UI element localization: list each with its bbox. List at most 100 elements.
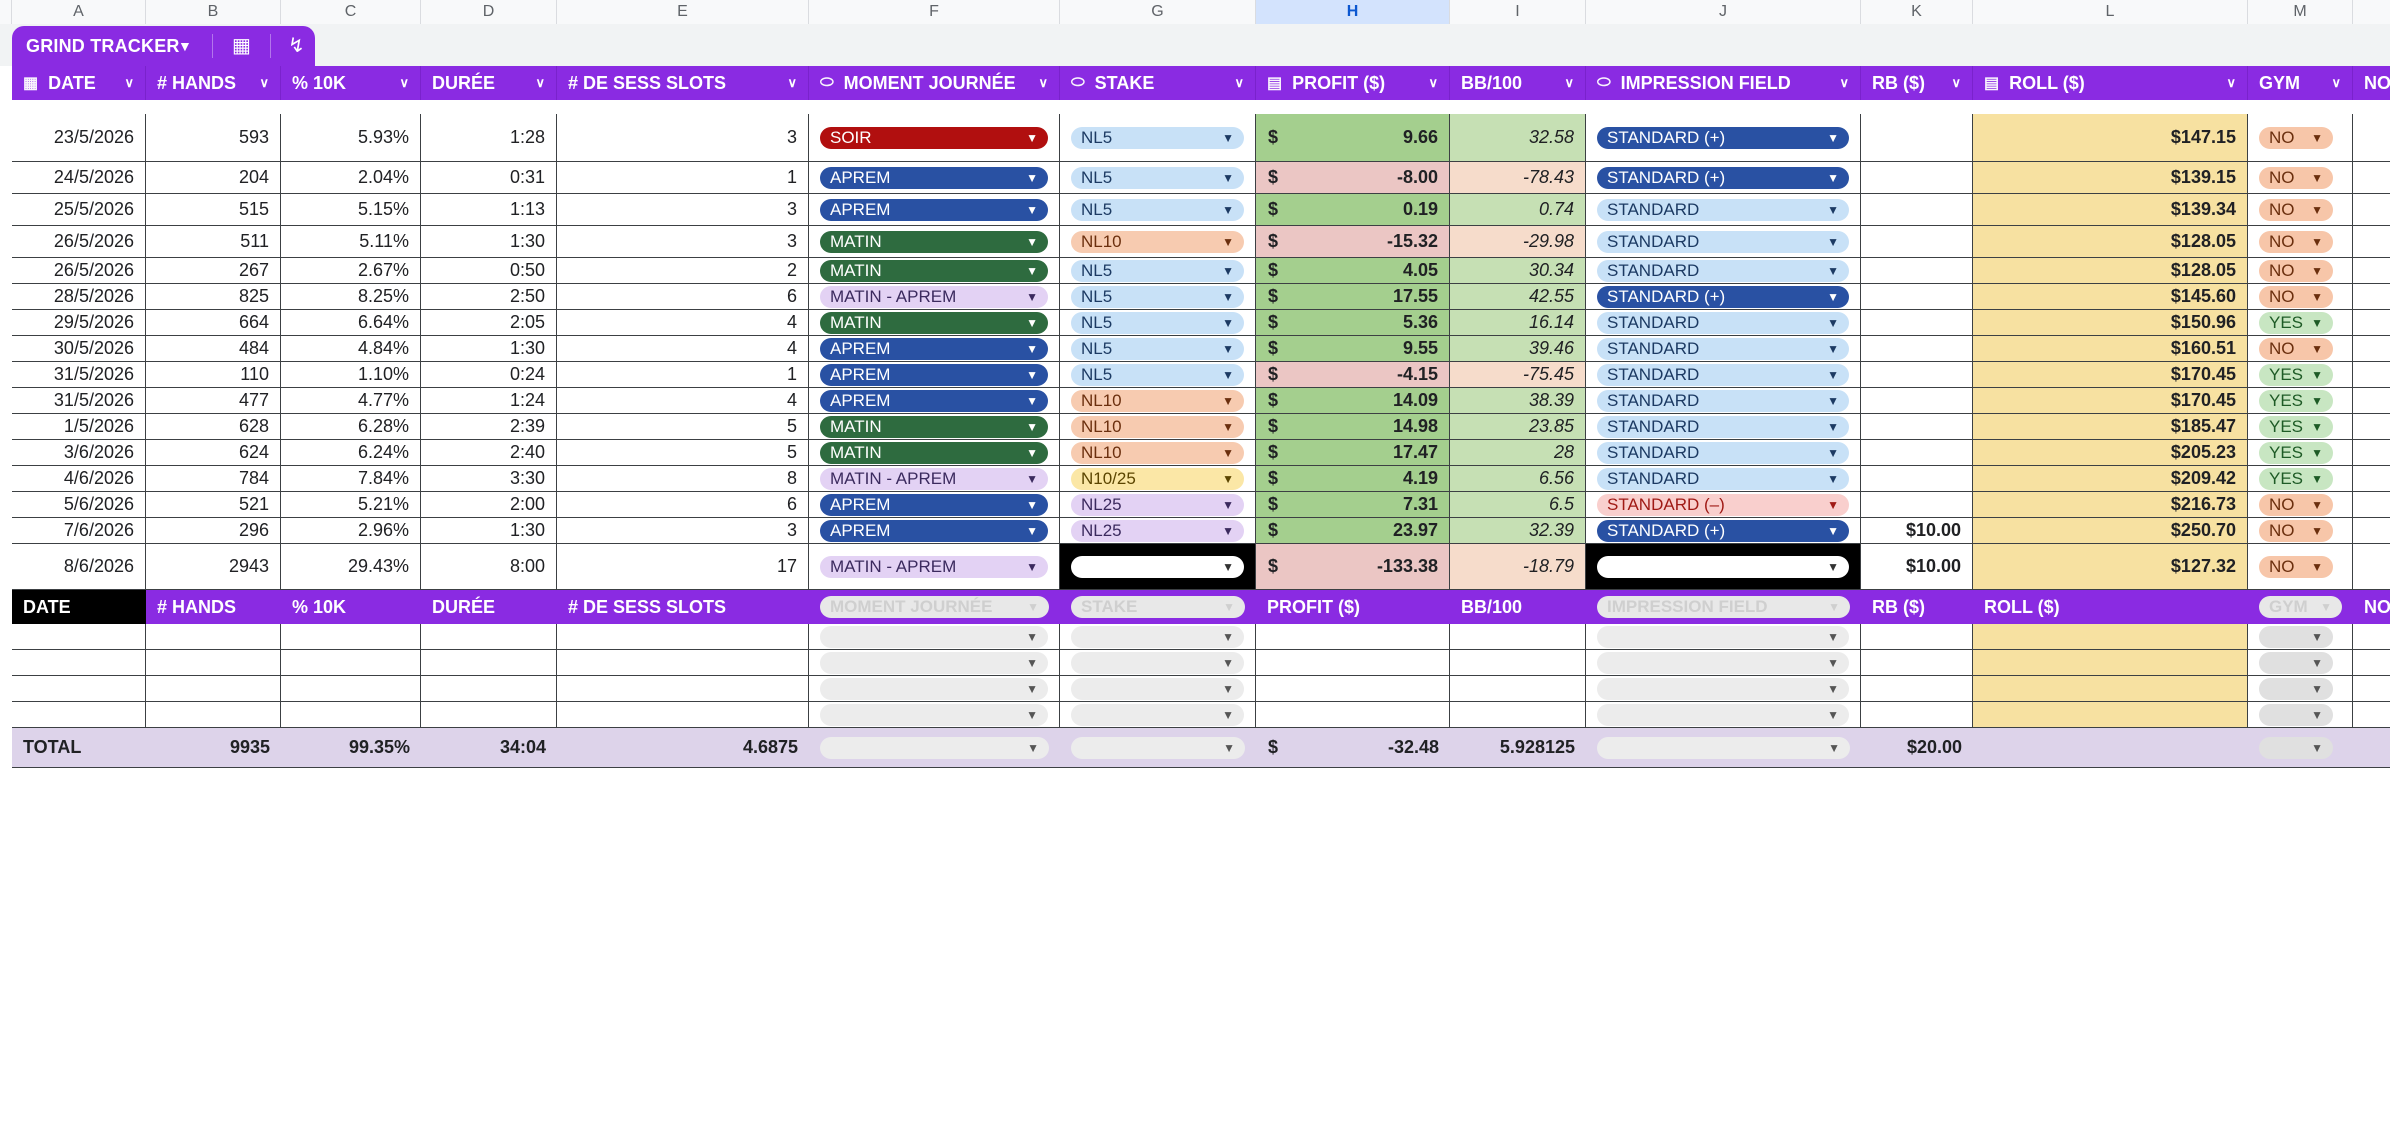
gym-dropdown[interactable]: YES ▼ xyxy=(2259,441,2333,464)
pct-cell[interactable]: 5.11% xyxy=(281,226,421,258)
pct-cell[interactable]: 2.67% xyxy=(281,258,421,284)
pct-cell[interactable]: 5.21% xyxy=(281,492,421,518)
sess-cell[interactable]: 5 xyxy=(557,414,809,440)
empty-cell[interactable] xyxy=(146,650,281,676)
col-letter-b[interactable]: B xyxy=(146,0,281,24)
impression-cell[interactable]: STANDARD ▼ xyxy=(1586,194,1861,226)
empty-cell[interactable]: ▼ xyxy=(809,702,1060,728)
col-letter-j[interactable]: J xyxy=(1586,0,1861,24)
empty-cell[interactable]: ▼ xyxy=(1060,702,1256,728)
pct-cell[interactable]: 5.15% xyxy=(281,194,421,226)
header-pct[interactable]: % 10K ∨ xyxy=(281,66,421,100)
empty-cell[interactable] xyxy=(1256,624,1450,650)
profit-cell[interactable]: $7.31 xyxy=(1256,492,1450,518)
duree-cell[interactable]: 1:24 xyxy=(421,388,557,414)
table-row[interactable]: 26/5/2026 267 2.67% 0:50 2 MATIN ▼ NL5 ▼ $4.05 30.… xyxy=(12,258,2390,284)
impression-cell[interactable]: STANDARD ▼ xyxy=(1586,466,1861,492)
moment-dropdown[interactable]: APREM ▼ xyxy=(820,519,1048,542)
table-view-icon[interactable]: ▦ xyxy=(232,26,251,66)
gym-dropdown[interactable]: NO ▼ xyxy=(2259,230,2333,253)
duree-cell[interactable]: 2:00 xyxy=(421,492,557,518)
impression-cell[interactable]: STANDARD ▼ xyxy=(1586,440,1861,466)
date-cell[interactable]: 31/5/2026 xyxy=(12,362,146,388)
bb-cell[interactable]: 28 xyxy=(1450,440,1586,466)
moment-cell[interactable]: MATIN ▼ xyxy=(809,310,1060,336)
duree-cell[interactable]: 2:05 xyxy=(421,310,557,336)
stake-dropdown[interactable]: ▼ xyxy=(1071,555,1244,578)
stake-cell[interactable]: NL5 ▼ xyxy=(1060,114,1256,162)
col-letter-l[interactable]: L xyxy=(1973,0,2248,24)
gym-dropdown[interactable]: YES ▼ xyxy=(2259,389,2333,412)
profit-cell[interactable]: $5.36 xyxy=(1256,310,1450,336)
moment-dropdown[interactable]: SOIR ▼ xyxy=(820,126,1048,149)
impression-cell[interactable]: STANDARD ▼ xyxy=(1586,362,1861,388)
hands-cell[interactable]: 2943 xyxy=(146,544,281,590)
moment-dropdown[interactable]: APREM ▼ xyxy=(820,337,1048,360)
stake-dropdown[interactable]: NL5 ▼ xyxy=(1071,259,1244,282)
empty-dropdown[interactable]: ▼ xyxy=(820,651,1048,674)
stake-cell[interactable]: NL5 ▼ xyxy=(1060,162,1256,194)
total-dropdown-impression[interactable]: ▼ xyxy=(1597,736,1850,759)
chevron-down-icon[interactable]: ∨ xyxy=(1951,75,1961,91)
impression-cell[interactable]: STANDARD ▼ xyxy=(1586,226,1861,258)
chevron-down-icon[interactable]: ∨ xyxy=(1428,75,1438,91)
moment-cell[interactable]: APREM ▼ xyxy=(809,518,1060,544)
impression-cell[interactable]: STANDARD (+) ▼ xyxy=(1586,284,1861,310)
empty-cell[interactable] xyxy=(12,624,146,650)
empty-cell[interactable] xyxy=(146,676,281,702)
bb-cell[interactable]: 6.5 xyxy=(1450,492,1586,518)
bb-cell[interactable]: 38.39 xyxy=(1450,388,1586,414)
header-date[interactable]: ▦ DATE ∨ xyxy=(12,66,146,100)
moment-cell[interactable]: APREM ▼ xyxy=(809,388,1060,414)
chevron-down-icon[interactable]: ∨ xyxy=(1038,75,1048,91)
hands-cell[interactable]: 515 xyxy=(146,194,281,226)
col-letter-c[interactable]: C xyxy=(281,0,421,24)
hands-cell[interactable]: 110 xyxy=(146,362,281,388)
empty-cell[interactable]: ▼ xyxy=(809,624,1060,650)
empty-cell[interactable]: ▼ xyxy=(1586,650,1861,676)
roll-cell[interactable]: $128.05 xyxy=(1973,258,2248,284)
empty-cell[interactable]: ▼ xyxy=(1586,702,1861,728)
gym-cell[interactable]: YES ▼ xyxy=(2248,362,2353,388)
date-cell[interactable]: 30/5/2026 xyxy=(12,336,146,362)
empty-cell[interactable] xyxy=(2353,676,2390,702)
bb-cell[interactable]: 32.58 xyxy=(1450,114,1586,162)
header-impression[interactable]: ⬭ IMPRESSION FIELD ∨ xyxy=(1586,66,1861,100)
roll-cell[interactable]: $145.60 xyxy=(1973,284,2248,310)
pct-cell[interactable]: 1.10% xyxy=(281,362,421,388)
bb-cell[interactable]: 6.56 xyxy=(1450,466,1586,492)
bb-cell[interactable]: 16.14 xyxy=(1450,310,1586,336)
notes-cell[interactable] xyxy=(2353,162,2390,194)
hands-cell[interactable]: 511 xyxy=(146,226,281,258)
empty-row[interactable]: ▼ ▼ ▼ ▼ xyxy=(12,676,2390,702)
empty-row[interactable]: ▼ ▼ ▼ ▼ xyxy=(12,650,2390,676)
bb-cell[interactable]: -75.45 xyxy=(1450,362,1586,388)
header2-moment[interactable]: MOMENT JOURNÉE ▼ xyxy=(809,590,1060,624)
roll-cell[interactable]: $160.51 xyxy=(1973,336,2248,362)
pct-cell[interactable]: 2.04% xyxy=(281,162,421,194)
impression-cell[interactable]: STANDARD ▼ xyxy=(1586,388,1861,414)
moment-dropdown[interactable]: APREM ▼ xyxy=(820,166,1048,189)
profit-cell[interactable]: $4.05 xyxy=(1256,258,1450,284)
roll-cell[interactable]: $209.42 xyxy=(1973,466,2248,492)
empty-dropdown[interactable]: ▼ xyxy=(2259,703,2333,726)
stake-cell[interactable]: ▼ xyxy=(1060,544,1256,590)
empty-cell[interactable] xyxy=(1450,650,1586,676)
duree-cell[interactable]: 1:13 xyxy=(421,194,557,226)
stake-dropdown[interactable]: NL10 ▼ xyxy=(1071,230,1244,253)
col-letter-g[interactable]: G xyxy=(1060,0,1256,24)
table-row[interactable]: 7/6/2026 296 2.96% 1:30 3 APREM ▼ NL25 ▼ $23.97 32… xyxy=(12,518,2390,544)
col-letter-e[interactable]: E xyxy=(557,0,809,24)
duree-cell[interactable]: 1:28 xyxy=(421,114,557,162)
notes-cell[interactable] xyxy=(2353,310,2390,336)
roll-cell[interactable]: $139.34 xyxy=(1973,194,2248,226)
notes-cell[interactable] xyxy=(2353,492,2390,518)
empty-cell[interactable] xyxy=(281,702,421,728)
moment-cell[interactable]: APREM ▼ xyxy=(809,336,1060,362)
date-cell[interactable]: 24/5/2026 xyxy=(12,162,146,194)
empty-cell[interactable] xyxy=(421,624,557,650)
impression-dropdown[interactable]: STANDARD ▼ xyxy=(1597,441,1849,464)
col-letter-m[interactable]: M xyxy=(2248,0,2353,24)
header2-gym[interactable]: GYM ▼ xyxy=(2248,590,2353,624)
impression-dropdown[interactable]: STANDARD ▼ xyxy=(1597,230,1849,253)
